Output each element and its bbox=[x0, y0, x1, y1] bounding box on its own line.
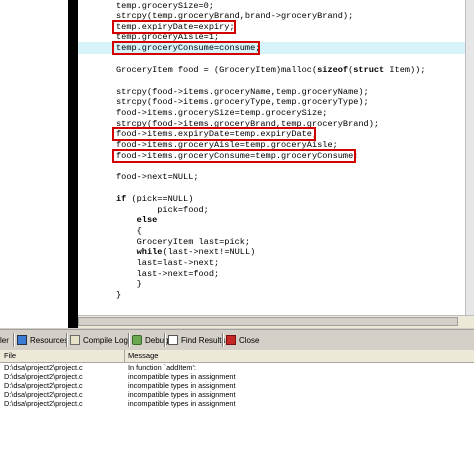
tab-close[interactable]: Close bbox=[226, 332, 259, 348]
tab-resources[interactable]: Resources bbox=[17, 332, 68, 348]
tab-find-results[interactable]: Find Results bbox=[168, 332, 225, 348]
horizontal-scrollbar[interactable] bbox=[78, 315, 474, 328]
table-row[interactable]: D:\dsa\project2\project.c incompatible t… bbox=[0, 372, 474, 381]
compile-log-icon bbox=[70, 335, 80, 345]
table-header: File Message bbox=[0, 350, 474, 363]
resources-icon bbox=[17, 335, 27, 345]
code-line: } bbox=[116, 290, 122, 300]
code-area[interactable]: temp.grocerySize=0; strcpy(temp.groceryB… bbox=[78, 0, 466, 316]
table-row[interactable]: D:\dsa\project2\project.c In function `a… bbox=[0, 363, 474, 372]
close-icon bbox=[226, 335, 236, 345]
vertical-scrollbar[interactable] bbox=[465, 0, 474, 316]
annotation-box bbox=[112, 20, 236, 34]
annotation-box bbox=[112, 149, 356, 163]
code-editor[interactable]: temp.grocerySize=0; strcpy(temp.groceryB… bbox=[0, 0, 474, 328]
tab-compile-log[interactable]: Compile Log bbox=[70, 332, 128, 348]
column-header-file[interactable]: File bbox=[4, 351, 16, 360]
code-line: food->next=NULL; bbox=[116, 172, 199, 182]
scrollbar-thumb[interactable] bbox=[78, 317, 458, 326]
code-line: GroceryItem food = (GroceryItem)malloc(s… bbox=[116, 65, 426, 75]
editor-gutter bbox=[0, 0, 68, 328]
bottom-panel-tabs: ler Resources Compile Log Debug Find Res… bbox=[0, 329, 474, 351]
compiler-messages-table[interactable]: File Message D:\dsa\project2\project.c I… bbox=[0, 350, 474, 450]
annotation-box bbox=[112, 41, 260, 55]
table-row[interactable]: D:\dsa\project2\project.c incompatible t… bbox=[0, 381, 474, 390]
annotation-box bbox=[112, 127, 316, 141]
find-results-icon bbox=[168, 335, 178, 345]
column-header-message[interactable]: Message bbox=[128, 351, 158, 360]
table-row[interactable]: D:\dsa\project2\project.c incompatible t… bbox=[0, 390, 474, 399]
table-row[interactable]: D:\dsa\project2\project.c incompatible t… bbox=[0, 399, 474, 408]
tab-compiler[interactable]: ler bbox=[0, 332, 9, 348]
gutter-marker-bar bbox=[68, 0, 78, 328]
debug-icon bbox=[132, 335, 142, 345]
